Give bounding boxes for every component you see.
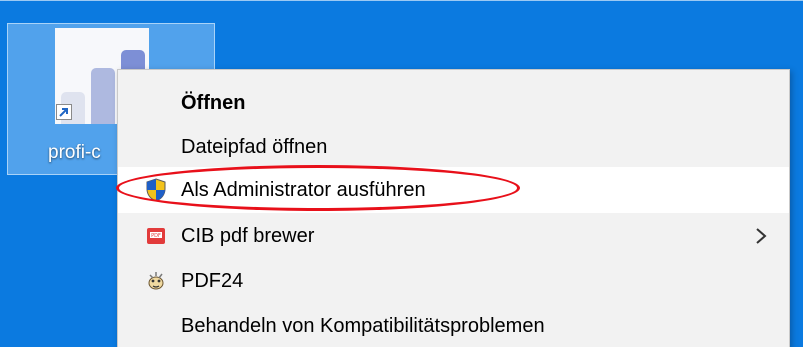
menu-item-pdf24[interactable]: PDF24 (118, 258, 789, 304)
menu-item-label: PDF24 (181, 269, 244, 292)
pdf24-icon (144, 269, 168, 293)
menu-item-label: Als Administrator ausführen (181, 178, 426, 201)
uac-shield-icon (144, 178, 168, 202)
menu-item-cib-pdf-brewer[interactable]: PDF CIB pdf brewer (118, 213, 789, 259)
menu-item-label: Behandeln von Kompatibilitätsproblemen (181, 314, 545, 337)
menu-item-label: CIB pdf brewer (181, 224, 315, 247)
pdf-brewer-icon: PDF (144, 224, 168, 248)
menu-item-label: Dateipfad öffnen (181, 135, 328, 158)
svg-text:PDF: PDF (151, 233, 161, 239)
context-menu: Öffnen Dateipfad öffnen Als Administrato… (117, 69, 790, 347)
desktop-icon-label: profi-c (48, 142, 101, 163)
icon-bar (91, 68, 115, 124)
shortcut-arrow-icon (56, 104, 72, 120)
menu-item-run-as-admin[interactable]: Als Administrator ausführen (118, 167, 789, 213)
chevron-right-icon (756, 228, 767, 244)
menu-item-troubleshoot-compatibility[interactable]: Behandeln von Kompatibilitätsproblemen (118, 303, 789, 347)
menu-item-label: Öffnen (181, 91, 246, 114)
menu-item-open-file-location[interactable]: Dateipfad öffnen (118, 124, 789, 170)
menu-item-open[interactable]: Öffnen (118, 80, 789, 126)
